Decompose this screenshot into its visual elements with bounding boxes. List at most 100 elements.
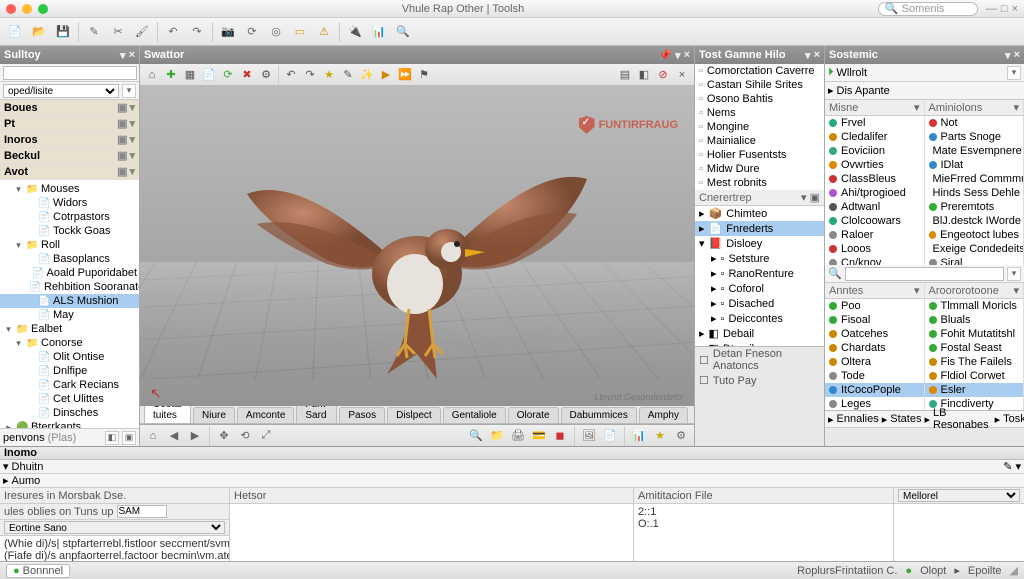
list-item[interactable]: Adtwanl (825, 200, 924, 214)
viewport-menu-icon[interactable]: ▾ (675, 49, 681, 62)
list-item[interactable]: Oatcehes (825, 327, 924, 341)
props-search-input[interactable] (845, 267, 1004, 281)
highlight-button[interactable]: ▭ (289, 21, 311, 43)
left-mode-select[interactable]: oped/lisite (3, 84, 119, 98)
warning-button[interactable]: ⚠ (313, 21, 335, 43)
props-search-opts[interactable]: ▾ (1007, 267, 1021, 281)
tree-item[interactable]: ▾📁Mouses (0, 182, 139, 196)
bt-search-button[interactable]: 🔍 (467, 427, 485, 445)
list-item[interactable]: Oltera (825, 355, 924, 369)
tree-item[interactable]: 📄Cark Recians (0, 378, 139, 392)
list-item[interactable]: Frvel (825, 116, 924, 130)
list-item[interactable]: ▸▫Disached (695, 296, 824, 311)
tree-item[interactable]: ▾📁Conorse (0, 336, 139, 350)
vp-flag-button[interactable]: ⚑ (415, 66, 433, 84)
checkbox-icon[interactable]: ☐ (699, 374, 709, 387)
tree-item[interactable]: 📄Cet Ulittes (0, 392, 139, 406)
close-icon[interactable]: × (1012, 3, 1018, 15)
list-item[interactable]: Bluals (925, 313, 1024, 327)
open-button[interactable]: 📂 (28, 21, 50, 43)
console-edit-icon[interactable]: ✎ (1003, 460, 1012, 473)
tree-section[interactable]: Avot▣▾ (0, 164, 139, 180)
vp-wand-button[interactable]: ✨ (358, 66, 376, 84)
list-item[interactable]: ▫Osono Bahtis (695, 92, 824, 106)
list-item[interactable]: Hinds Sess Dehle (925, 186, 1024, 200)
viewport-3d[interactable]: FUNTIRFRAUG ↖ Ltnynd Gesondordefor (140, 86, 694, 406)
bt-scale-button[interactable]: ⤢ (257, 427, 275, 445)
list-item[interactable]: Tode (825, 369, 924, 383)
list-item[interactable]: Esler (925, 383, 1024, 397)
vp-star-button[interactable]: ★ (320, 66, 338, 84)
panel-menu-icon[interactable]: ▾ (120, 49, 126, 62)
tree-item[interactable]: 📄Aoald Puporidabet (0, 266, 139, 280)
tree-item[interactable]: 📄Basoplancs (0, 252, 139, 266)
save-button[interactable]: 💾 (52, 21, 74, 43)
list-item[interactable]: ▾📕Disloey (695, 236, 824, 251)
checkbox-icon[interactable]: ☐ (699, 354, 709, 367)
bt-gear-button[interactable]: ⚙ (672, 427, 690, 445)
list-item[interactable]: ▸▫Coforol (695, 281, 824, 296)
list-item[interactable]: MieFrred Commmute (925, 172, 1024, 186)
target-button[interactable]: ◎ (265, 21, 287, 43)
list-item[interactable]: ▫Mest robnits (695, 176, 824, 190)
bt-star-button[interactable]: ★ (651, 427, 669, 445)
list-item[interactable]: ▸▫RanoRenture (695, 266, 824, 281)
bt-home-button[interactable]: ⌂ (144, 427, 162, 445)
bt-img-button[interactable]: 🖼 (580, 427, 598, 445)
bt-print-button[interactable]: 🖨 (509, 427, 527, 445)
console-log-select[interactable]: Eortine Sano (4, 521, 225, 534)
list-item[interactable]: ▸📦Chimteo (695, 206, 824, 221)
list-item[interactable]: ClassBleus (825, 172, 924, 186)
new-file-button[interactable]: 📄 (4, 21, 26, 43)
list-item[interactable]: Looos (825, 242, 924, 256)
console-tab[interactable]: Pasos (339, 407, 385, 423)
list-item[interactable]: ▸▫Deiccontes (695, 311, 824, 326)
list-item[interactable]: Not (925, 116, 1024, 130)
tree-section[interactable]: Inoros▣▾ (0, 132, 139, 148)
list-item[interactable]: Mate Esvempnere (925, 144, 1024, 158)
console-tab[interactable]: Dabummices (561, 407, 637, 423)
vp-add-button[interactable]: ✚ (162, 66, 180, 84)
tree-item[interactable]: ▾📁Ealbet (0, 322, 139, 336)
plugin-button[interactable]: 🔌 (344, 21, 366, 43)
list-item[interactable]: Cn/knov (825, 256, 924, 265)
list-item[interactable]: Tlmmall Moricls (925, 299, 1024, 313)
vp-remove-button[interactable]: ✖ (238, 66, 256, 84)
list-item[interactable]: Parts Snoge (925, 130, 1024, 144)
tab-link[interactable]: Ennalies (837, 413, 879, 425)
list-item[interactable]: ▸◧Debail (695, 326, 824, 341)
list-item[interactable]: Leges (825, 397, 924, 410)
chart-button[interactable]: 📊 (368, 21, 390, 43)
tree-section[interactable]: Beckul▣▾ (0, 148, 139, 164)
console-field-input[interactable] (117, 505, 167, 518)
list-item[interactable]: Fis The Failels (925, 355, 1024, 369)
bt-doc-button[interactable]: 📄 (601, 427, 619, 445)
bt-move-button[interactable]: ✥ (215, 427, 233, 445)
status-link[interactable]: RoplursFrintatiion C. (797, 565, 897, 577)
left-foot-btn2[interactable]: ▣ (122, 431, 136, 445)
tab-link[interactable]: States (890, 413, 921, 425)
props-opts-button[interactable]: ▾ (1007, 66, 1021, 80)
console-more-icon[interactable]: ▾ (1015, 460, 1021, 473)
tree-item[interactable]: ▸🟢Bterrkants (0, 420, 139, 428)
vp-refresh-button[interactable]: ⟳ (219, 66, 237, 84)
vp-undo-button[interactable]: ↶ (282, 66, 300, 84)
list-item[interactable]: ▸📄Fnrederts (695, 221, 824, 236)
list-item[interactable]: Fostal Seast (925, 341, 1024, 355)
list-item[interactable]: ▫Comorctation Caverre (695, 64, 824, 78)
list-item[interactable]: Exeige Condedeits (925, 242, 1024, 256)
vp-close-button[interactable]: × (673, 66, 691, 84)
console-tab[interactable]: Niure (193, 407, 235, 423)
list-item[interactable]: ▫Holier Fusentsts (695, 148, 824, 162)
vp-layers-button[interactable]: ▤ (616, 66, 634, 84)
vp-play-button[interactable]: ▶ (377, 66, 395, 84)
disclosure-icon[interactable]: ▸ (828, 84, 834, 97)
resize-grip-icon[interactable]: ◢ (1010, 564, 1018, 577)
vp-snap-button[interactable]: ◧ (635, 66, 653, 84)
tree-item[interactable]: 📄Rehbition Sooranates (0, 280, 139, 294)
list-item[interactable]: Eoviciion (825, 144, 924, 158)
status-left-pill[interactable]: ●Bonnnel (6, 564, 70, 578)
redo-button[interactable]: ↷ (186, 21, 208, 43)
list-item[interactable]: Chardats (825, 341, 924, 355)
list-item[interactable]: Fisoal (825, 313, 924, 327)
